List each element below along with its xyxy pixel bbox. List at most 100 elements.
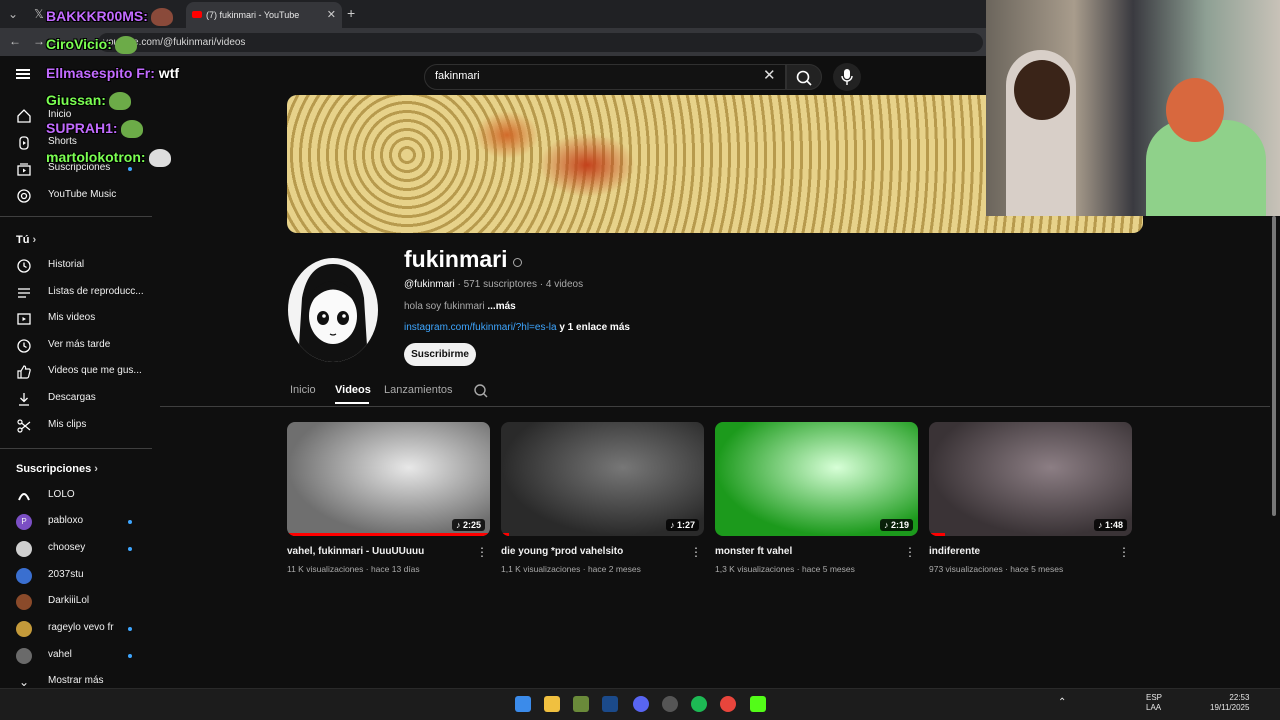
kick-icon[interactable]: [750, 696, 766, 712]
video-duration: ♪ 1:48: [1093, 519, 1127, 531]
sidebar-item-ver-mas-tarde[interactable]: Ver más tarde: [0, 333, 152, 359]
voice-search-button[interactable]: [833, 63, 861, 91]
sidebar-sub-2037stu[interactable]: 2037stu: [0, 563, 152, 589]
sidebar-sub-rageylo[interactable]: rageylo vevo fr: [0, 616, 152, 642]
video-title[interactable]: monster ft vahel: [715, 546, 792, 557]
spotify-icon[interactable]: [691, 696, 707, 712]
watch-progress: [501, 533, 510, 536]
obs-icon[interactable]: [662, 696, 678, 712]
close-tab-icon[interactable]: ✕: [327, 2, 336, 28]
sidebar-item-historial[interactable]: Historial: [0, 253, 152, 279]
channel-links: instagram.com/fukinmari/?hl=es-la y 1 en…: [404, 322, 630, 333]
sidebar-sub-vahel[interactable]: vahel: [0, 643, 152, 669]
search-icon: [796, 70, 812, 86]
forward-icon[interactable]: →: [33, 34, 45, 48]
sidebar-you-heading[interactable]: Tú ›: [16, 234, 36, 246]
sidebar-item-label: Mis videos: [48, 312, 96, 323]
sidebar-sub-lolo[interactable]: LOLO: [0, 483, 152, 509]
sidebar-item-listas[interactable]: Listas de reproducc...: [0, 280, 152, 306]
sidebar-item-mis-clips[interactable]: Mis clips: [0, 413, 152, 439]
my-videos-icon: [17, 313, 31, 325]
new-tab-icon[interactable]: +: [347, 5, 355, 21]
microphone-icon: [841, 69, 853, 85]
video-thumbnail[interactable]: ♪ 2:25: [287, 422, 490, 536]
search-value: fakinmari: [435, 70, 480, 82]
sidebar-item-youtube-music[interactable]: YouTube Music: [0, 183, 152, 209]
clips-icon: [17, 419, 31, 433]
shorts-icon: [19, 136, 29, 150]
channel-name: fukinmari: [404, 246, 508, 272]
video-card[interactable]: ♪ 1:48 indiferente 973 visualizaciones ·…: [929, 422, 1132, 574]
channel-avatar[interactable]: [288, 258, 378, 362]
video-card[interactable]: ♪ 1:27 die young *prod vahelsito 1,1 K v…: [501, 422, 704, 574]
sidebar-sub-pabloxo[interactable]: P pabloxo: [0, 509, 152, 535]
sidebar-sub-darkiiilol[interactable]: DarkiiiLol: [0, 589, 152, 615]
youtube-favicon-icon: [192, 11, 202, 18]
clear-search-icon[interactable]: ✕: [763, 66, 776, 84]
chat-message: martolokotron:: [46, 149, 171, 168]
file-explorer-icon[interactable]: [544, 696, 560, 712]
video-card[interactable]: ♪ 2:25 vahel, fukinmari - UuuUUuuu 11 K …: [287, 422, 490, 574]
more-options-icon[interactable]: ⋮: [690, 545, 702, 559]
chrome-icon[interactable]: [720, 696, 736, 712]
steam-icon[interactable]: [602, 696, 618, 712]
description-more[interactable]: ...más: [487, 301, 515, 312]
windows-start-icon[interactable]: [515, 696, 531, 712]
channel-meta: @fukinmari · 571 suscriptores · 4 videos: [404, 279, 583, 290]
language-indicator[interactable]: ESP LAA: [1146, 693, 1162, 713]
more-options-icon[interactable]: ⋮: [476, 545, 488, 559]
chevron-down-icon: ⌄: [18, 675, 30, 688]
tray-chevron-icon[interactable]: ⌃: [1058, 697, 1066, 708]
clock[interactable]: 22:53 19/11/2025: [1210, 693, 1249, 713]
menu-icon[interactable]: [16, 69, 30, 79]
playlists-icon: [18, 288, 30, 298]
tab-inicio[interactable]: Inicio: [290, 384, 316, 396]
channel-description[interactable]: hola soy fukinmari ...más: [404, 301, 516, 312]
tab-list-icon[interactable]: ⌄: [4, 5, 22, 23]
tab-youtube[interactable]: (7) fukinmari - YouTube ✕: [186, 2, 342, 28]
channel-search-icon[interactable]: [472, 382, 490, 400]
video-thumbnail[interactable]: ♪ 1:48: [929, 422, 1132, 536]
instagram-link[interactable]: instagram.com/fukinmari/?hl=es-la: [404, 322, 557, 333]
sidebar-item-videos-gustan[interactable]: Videos que me gus...: [0, 359, 152, 385]
sidebar-item-descargas[interactable]: Descargas: [0, 386, 152, 412]
streamer-right-hair: [1166, 78, 1224, 142]
sidebar-show-more[interactable]: ⌄ Mostrar más: [0, 669, 152, 688]
video-title[interactable]: indiferente: [929, 546, 980, 557]
subscribe-button[interactable]: Suscribirme: [404, 343, 476, 366]
liked-icon: [17, 365, 31, 379]
lolo-avatar-icon: [18, 493, 30, 501]
sidebar-item-mis-videos[interactable]: Mis videos: [0, 306, 152, 332]
more-options-icon[interactable]: ⋮: [904, 545, 916, 559]
darkiiilol-avatar: [16, 594, 32, 610]
tab-lanzamientos[interactable]: Lanzamientos: [384, 384, 453, 396]
sidebar-subscriptions-heading[interactable]: Suscripciones ›: [16, 463, 98, 475]
description-text: hola soy fukinmari: [404, 301, 485, 312]
chevron-right-icon: ›: [32, 234, 37, 246]
video-thumbnail[interactable]: ♪ 2:19: [715, 422, 918, 536]
chat-user: martolokotron:: [46, 149, 146, 165]
emote-icon: [120, 120, 143, 139]
more-links[interactable]: y 1 enlace más: [557, 322, 630, 333]
minecraft-icon[interactable]: [573, 696, 589, 712]
chat-message: CiroVicio:: [46, 36, 137, 55]
video-meta: 11 K visualizaciones · hace 13 días: [287, 564, 420, 574]
sidebar-item-label: pabloxo: [48, 515, 84, 526]
discord-icon[interactable]: [633, 696, 649, 712]
watch-progress: [287, 533, 490, 536]
chat-message: SUPRAH1:: [46, 120, 143, 139]
scrollbar-thumb[interactable]: [1272, 216, 1276, 516]
sidebar-item-label: Ver más tarde: [48, 339, 111, 350]
more-options-icon[interactable]: ⋮: [1118, 545, 1130, 559]
video-title[interactable]: die young *prod vahelsito: [501, 546, 623, 557]
sidebar-item-label: Videos que me gus...: [48, 365, 142, 376]
sidebar-sub-choosey[interactable]: choosey: [0, 536, 152, 562]
sidebar-divider: [0, 216, 152, 217]
sidebar-item-label: Listas de reproducc...: [48, 286, 144, 297]
video-title[interactable]: vahel, fukinmari - UuuUUuuu: [287, 546, 424, 557]
tab-videos[interactable]: Videos: [335, 384, 371, 396]
video-thumbnail[interactable]: ♪ 1:27: [501, 422, 704, 536]
back-icon[interactable]: ←: [9, 34, 21, 48]
video-card[interactable]: ♪ 2:19 monster ft vahel 1,3 K visualizac…: [715, 422, 918, 574]
search-button[interactable]: [786, 64, 822, 90]
